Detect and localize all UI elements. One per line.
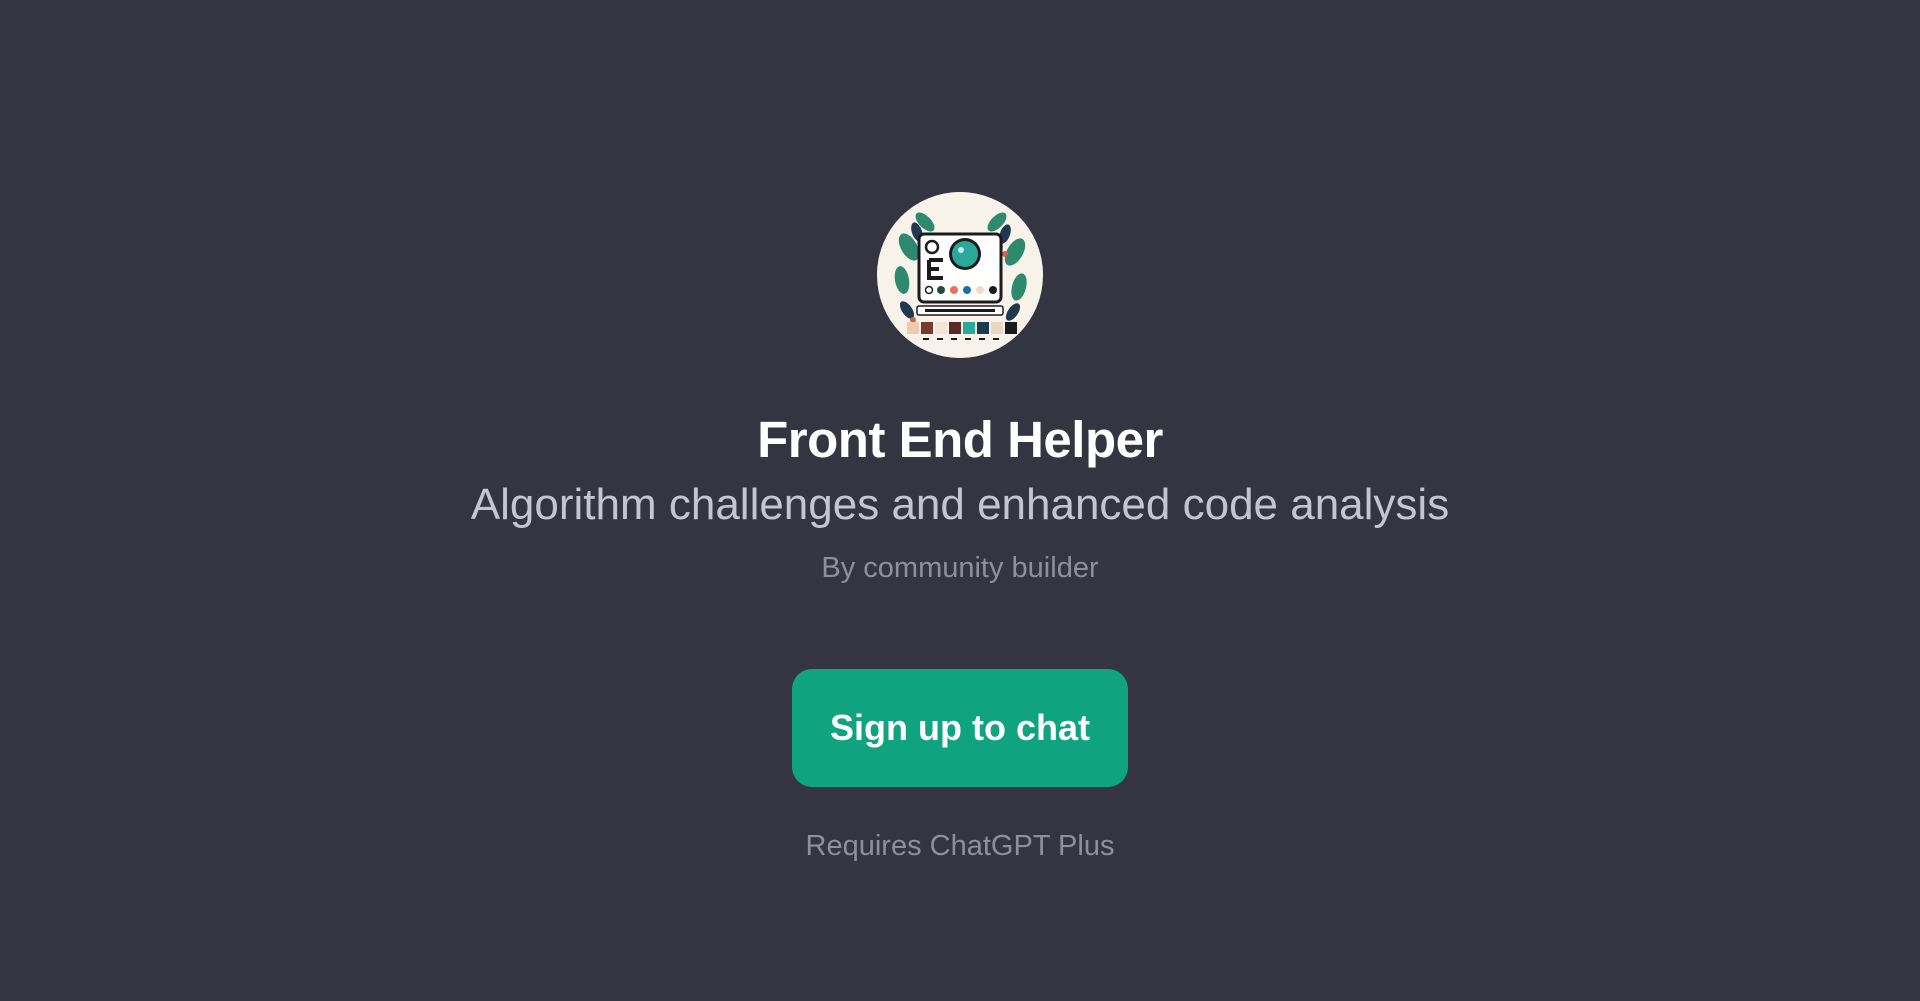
gpt-landing-page: Front End Helper Algorithm challenges an… <box>0 0 1920 1001</box>
gpt-avatar-icon <box>877 192 1043 358</box>
gpt-author: By community builder <box>821 551 1099 584</box>
logo-illustration <box>877 192 1043 358</box>
gpt-title: Front End Helper <box>757 411 1163 468</box>
gpt-description: Algorithm challenges and enhanced code a… <box>470 480 1450 530</box>
sign-up-to-chat-button[interactable]: Sign up to chat <box>792 669 1128 788</box>
plan-requirement-note: Requires ChatGPT Plus <box>805 830 1115 863</box>
